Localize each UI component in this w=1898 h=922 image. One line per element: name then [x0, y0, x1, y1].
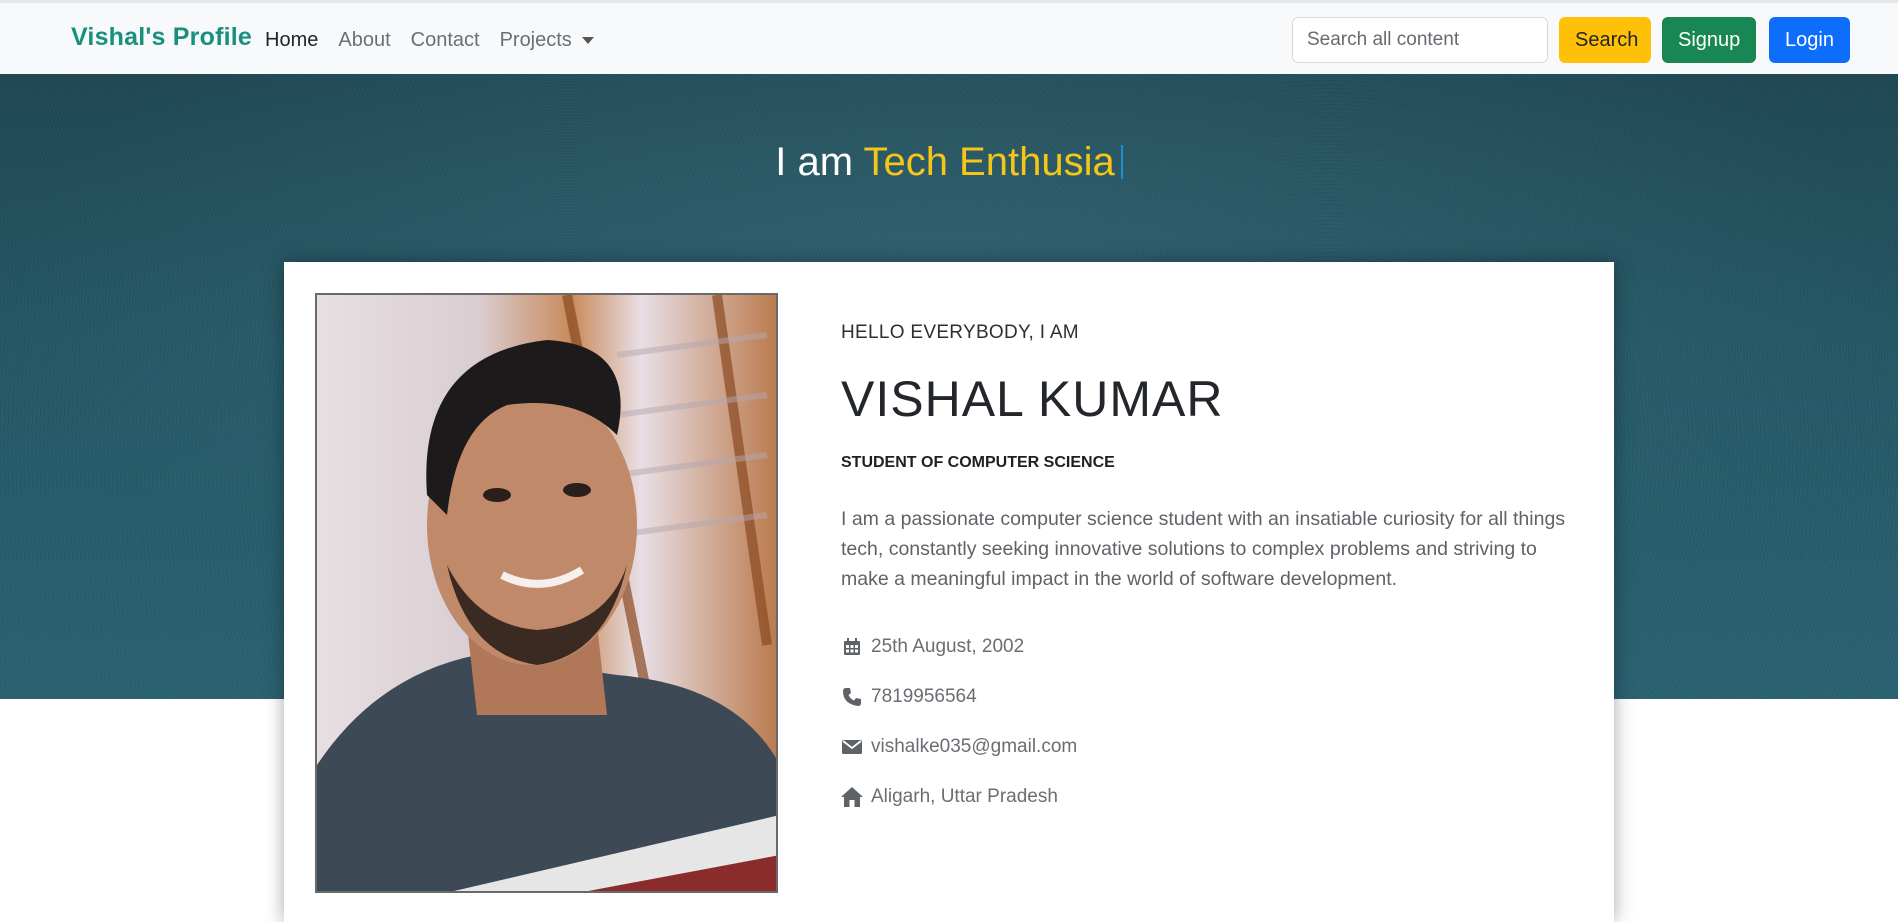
search-button[interactable]: Search [1559, 17, 1651, 63]
detail-address-text: Aligarh, Uttar Pradesh [871, 786, 1058, 807]
signup-button[interactable]: Signup [1662, 17, 1756, 63]
typing-cursor [1120, 145, 1123, 179]
nav-links: Home About Contact Projects [265, 29, 594, 52]
nav-contact[interactable]: Contact [411, 29, 480, 52]
detail-address: Aligarh, Uttar Pradesh [841, 786, 1058, 808]
nav-projects-dropdown[interactable]: Projects [500, 29, 594, 52]
navbar: Vishal's Profile Home About Contact Proj… [0, 0, 1898, 74]
detail-email-text: vishalke035@gmail.com [871, 736, 1078, 757]
typed-word: Tech Enthusia [863, 140, 1115, 184]
profile-role: STUDENT OF COMPUTER SCIENCE [841, 454, 1115, 471]
login-button[interactable]: Login [1769, 17, 1850, 63]
typed-heading: I am Tech Enthusia [0, 140, 1898, 185]
brand-logo[interactable]: Vishal's Profile [71, 23, 252, 52]
home-icon [841, 786, 863, 808]
detail-phone-text: 7819956564 [871, 686, 977, 707]
phone-icon [841, 686, 863, 708]
detail-birthday: 25th August, 2002 [841, 636, 1024, 658]
detail-birthday-text: 25th August, 2002 [871, 636, 1025, 657]
profile-photo [315, 293, 778, 893]
search-input[interactable] [1292, 17, 1548, 63]
typed-prefix: I am [775, 140, 854, 184]
profile-name: VISHAL KUMAR [841, 371, 1224, 427]
nav-about[interactable]: About [338, 29, 390, 52]
envelope-icon [841, 736, 863, 758]
nav-projects-label: Projects [499, 29, 572, 51]
chevron-down-icon [581, 37, 594, 44]
profile-photo-illustration [317, 295, 776, 891]
profile-bio: I am a passionate computer science stude… [841, 508, 1566, 590]
calendar-icon [841, 636, 863, 658]
detail-phone: 7819956564 [841, 686, 977, 708]
nav-home[interactable]: Home [265, 29, 318, 52]
detail-email: vishalke035@gmail.com [841, 736, 1077, 758]
greeting-text: HELLO EVERYBODY, I AM [841, 322, 1079, 343]
profile-card: HELLO EVERYBODY, I AM VISHAL KUMAR STUDE… [284, 262, 1614, 922]
